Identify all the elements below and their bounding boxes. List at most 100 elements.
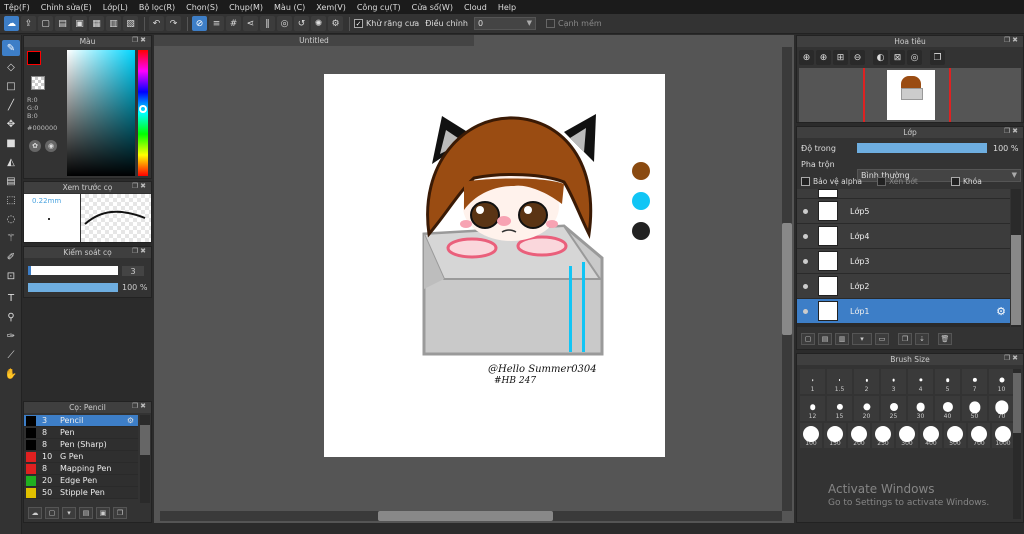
brush-size-cell[interactable]: 20 (854, 396, 879, 421)
settings-snap-icon[interactable]: ⚙ (328, 16, 343, 31)
duplicate-layer-icon[interactable]: ❐ (898, 333, 912, 345)
panel-close-icon[interactable]: ❐✖ (1004, 127, 1020, 135)
panel-icon[interactable]: ▧ (123, 16, 138, 31)
move-tool-icon[interactable]: ✥ (2, 116, 20, 132)
brush-size-cell[interactable]: 1 (800, 369, 825, 394)
layer-opacity-slider[interactable] (857, 143, 987, 153)
gear-icon[interactable]: ⚙ (996, 305, 1006, 318)
menu-item[interactable]: Lớp(L) (103, 3, 128, 12)
brush-paste-icon[interactable]: ▣ (96, 507, 110, 519)
fill-rect-tool-icon[interactable]: ■ (2, 135, 20, 151)
menu-item[interactable]: Chụp(M) (229, 3, 263, 12)
hue-slider-handle[interactable] (139, 105, 147, 113)
brush-copy-icon[interactable]: ▤ (79, 507, 93, 519)
antialias-checkbox[interactable]: ✓ (354, 19, 363, 28)
canvas-horizontal-scrollbar[interactable] (160, 511, 782, 521)
brush-size-cell[interactable]: 50 (962, 396, 987, 421)
circle-snap-icon[interactable]: ◎ (277, 16, 292, 31)
select-tool-icon[interactable]: ⬚ (2, 192, 20, 208)
fit-icon[interactable]: ⊞ (833, 50, 848, 65)
merge-layer-icon[interactable]: ⇣ (915, 333, 929, 345)
brush-size-cell[interactable]: 5 (935, 369, 960, 394)
eyedropper2-tool-icon[interactable]: ⟋ (2, 347, 20, 363)
divide-tool-icon[interactable]: ⚲ (2, 309, 20, 325)
brush-item[interactable]: 3 Pencil ⚙ (24, 415, 138, 427)
menu-item[interactable]: Bộ lọc(R) (139, 3, 175, 12)
menu-item[interactable]: Cloud (464, 3, 487, 12)
eraser-tool-icon[interactable]: ◇ (2, 59, 20, 75)
new-layer-1bit-icon[interactable]: ▥ (835, 333, 849, 345)
layer-row[interactable]: Lớp1 ⚙ (797, 299, 1010, 324)
new-file-icon[interactable]: ▢ (38, 16, 53, 31)
lock-checkbox[interactable] (951, 177, 960, 186)
text-tool-icon[interactable]: T (2, 290, 20, 306)
brush-size-cell[interactable]: 2 (854, 369, 879, 394)
flip-icon[interactable]: ◐ (873, 50, 888, 65)
line-tool-icon[interactable]: ╱ (2, 97, 20, 113)
panel-close-icon[interactable]: ❐✖ (132, 402, 148, 410)
open-file-icon[interactable]: ▤ (55, 16, 70, 31)
gradient-tool-icon[interactable]: ▤ (2, 173, 20, 189)
select-pen-icon[interactable]: ✐ (2, 249, 20, 265)
new-layer-8bit-icon[interactable]: ▤ (818, 333, 832, 345)
brush-list-scrollbar[interactable] (140, 415, 150, 503)
cloud-brush-icon[interactable]: ☁ (28, 507, 42, 519)
brush-item[interactable]: 8 Pen (24, 427, 138, 439)
brush-delete-icon[interactable]: ❐ (113, 507, 127, 519)
menu-item[interactable]: Cửa sổ(W) (412, 3, 453, 12)
menu-item[interactable]: Xem(V) (316, 3, 346, 12)
brush-size-cell[interactable]: 700 (968, 423, 990, 448)
gear-icon[interactable]: ⚙ (127, 416, 134, 425)
export-icon[interactable]: ⇪ (21, 16, 36, 31)
rotate-icon[interactable]: ⊠ (890, 50, 905, 65)
layer-row[interactable]: Lớp3 (797, 249, 1010, 274)
eye-icon[interactable] (803, 208, 808, 214)
layer-scrollbar[interactable] (1011, 189, 1021, 327)
menu-item[interactable]: Tệp(F) (4, 3, 30, 12)
document-tab[interactable]: Untitled (154, 35, 474, 46)
bucket-tool-icon[interactable]: ◭ (2, 154, 20, 170)
menu-item[interactable]: Help (498, 3, 516, 12)
lock-option[interactable]: Khóa (951, 177, 982, 186)
panel-close-icon[interactable]: ❐✖ (132, 36, 148, 44)
brush-item[interactable]: 8 Mapping Pen (24, 463, 138, 475)
zoom-in-2-icon[interactable]: ⊕ (816, 50, 831, 65)
radial-snap-icon[interactable]: ✺ (311, 16, 326, 31)
new-folder-icon[interactable]: ▭ (875, 333, 889, 345)
brush-item[interactable]: 10 G Pen (24, 451, 138, 463)
brush-size-cell[interactable]: 150 (824, 423, 846, 448)
hand-tool-icon[interactable]: ✋ (2, 366, 20, 382)
clip-checkbox[interactable] (877, 177, 886, 186)
canvas-vertical-scrollbar[interactable] (782, 47, 792, 511)
eye-icon[interactable] (803, 258, 808, 264)
adjust-dropdown[interactable]: 0 ▼ (473, 17, 536, 30)
add-layer-menu-icon[interactable]: ▾ (852, 333, 872, 345)
protect-alpha-checkbox[interactable] (801, 177, 810, 186)
brush-size-cell[interactable]: 25 (881, 396, 906, 421)
delete-layer-icon[interactable]: 🗑 (938, 333, 952, 345)
brush-size-cell[interactable]: 400 (920, 423, 942, 448)
palette-icon[interactable]: ✿ (29, 140, 41, 152)
panel-close-icon[interactable]: ❐✖ (132, 247, 148, 255)
undo-icon[interactable]: ↶ (149, 16, 164, 31)
crisscross-snap-icon[interactable]: # (226, 16, 241, 31)
lasso-tool-icon[interactable]: ◌ (2, 211, 20, 227)
menu-item[interactable]: Công cụ(T) (357, 3, 401, 12)
eye-icon[interactable] (803, 308, 808, 314)
panel-close-icon[interactable]: ❐✖ (132, 182, 148, 190)
foreground-color-swatch[interactable] (27, 51, 41, 65)
select-eraser-icon[interactable]: ⊡ (2, 268, 20, 284)
soft-edge-checkbox[interactable] (545, 19, 555, 28)
layer-row-partial[interactable] (797, 189, 1010, 199)
eye-icon[interactable] (803, 283, 808, 289)
brush-size-cell[interactable]: 12 (800, 396, 825, 421)
brush-size-cell[interactable]: 7 (962, 369, 987, 394)
brush-size-cell[interactable]: 3 (881, 369, 906, 394)
redo-icon[interactable]: ↷ (166, 16, 181, 31)
brush-opacity-slider[interactable] (28, 283, 118, 292)
parallel-snap-icon[interactable]: ≡ (209, 16, 224, 31)
brush-size-cell[interactable]: 15 (827, 396, 852, 421)
layer-row[interactable]: Lớp5 (797, 199, 1010, 224)
protect-alpha-option[interactable]: Bảo vệ alpha (801, 177, 862, 186)
navigator-preview[interactable] (799, 68, 1021, 122)
